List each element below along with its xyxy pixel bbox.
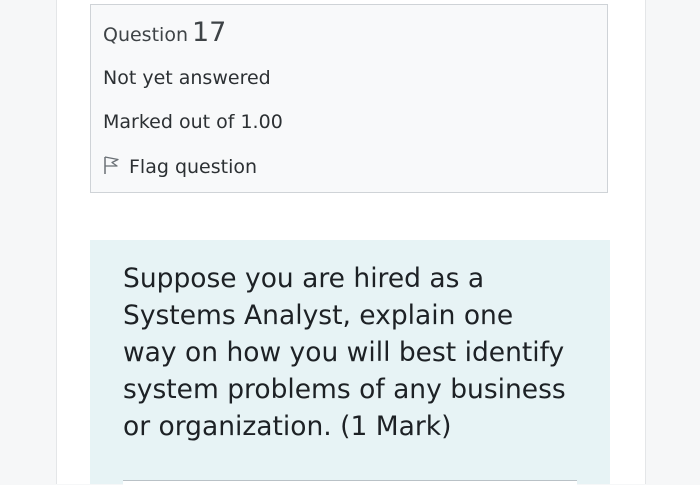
- question-grade: Marked out of 1.00: [103, 111, 283, 133]
- question-label: Question: [103, 24, 188, 46]
- answer-field[interactable]: [123, 480, 577, 485]
- flag-question-label: Flag question: [129, 156, 258, 178]
- flag-icon: [103, 155, 129, 179]
- question-text: Suppose you are hired as a Systems Analy…: [123, 263, 566, 442]
- question-state: Not yet answered: [103, 67, 271, 89]
- question-heading: Question 17: [103, 17, 226, 48]
- question-info-panel: Question 17 Not yet answered Marked out o…: [90, 4, 608, 193]
- question-number: 17: [191, 17, 227, 48]
- flag-question-button[interactable]: Flag question: [103, 155, 257, 179]
- question-text-panel: Suppose you are hired as a Systems Analy…: [90, 240, 610, 484]
